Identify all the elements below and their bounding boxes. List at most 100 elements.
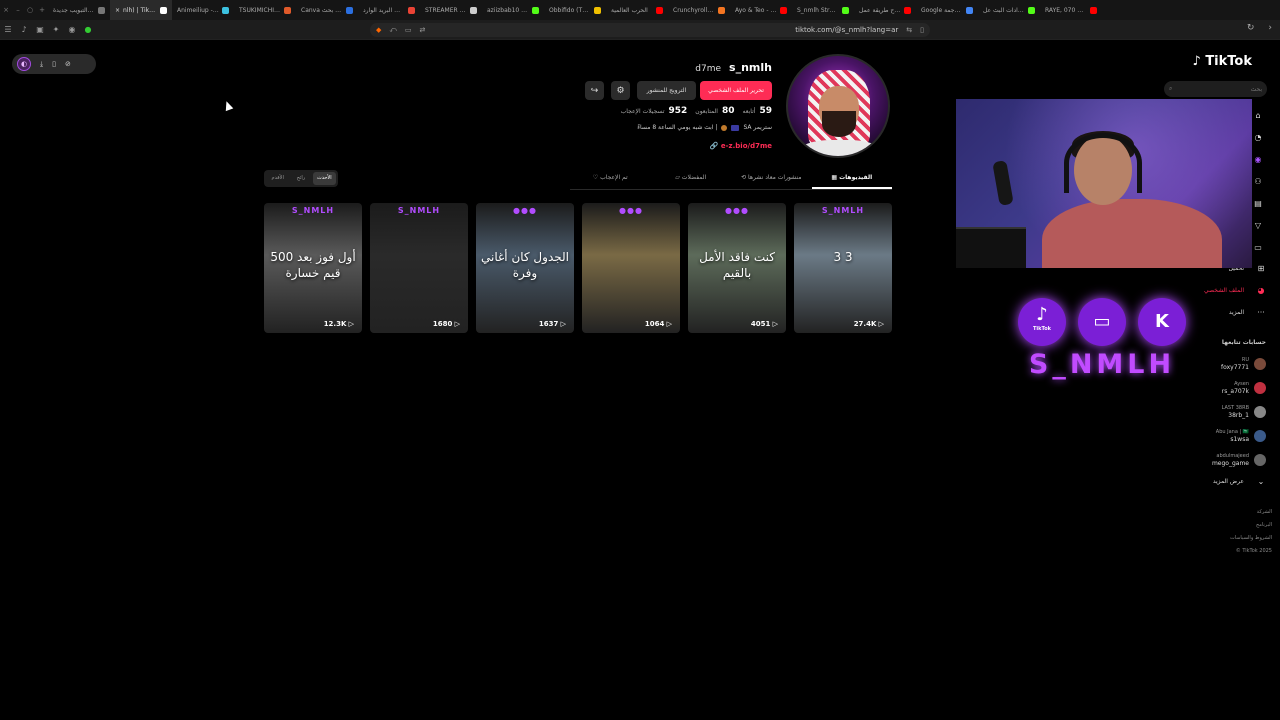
friends-icon[interactable]: ⚇ [1251, 174, 1265, 189]
phone-icon[interactable]: ▯ [52, 60, 56, 68]
new-tab-icon[interactable]: + [36, 6, 48, 14]
bio-schedule-text: | ابث شبه يومي الساعة 8 مساءً [637, 124, 718, 131]
sort-option[interactable]: رائج [289, 172, 312, 185]
video-card[interactable]: ●●● كنت فاقد الأمل بالقيم 4051 [688, 203, 786, 333]
browser-tab[interactable]: aziizbab10 Strea [482, 0, 544, 20]
address-bar[interactable]: ◆ ⤺ ▭ ⇄ tiktok.com/@s_nmlh?lang=ar ⇆ ▯ [370, 23, 930, 37]
browser-tab[interactable]: RAYE, 070 Shaki [1040, 0, 1102, 20]
browser-tab[interactable]: Crunchyroll: Wa [668, 0, 730, 20]
footer-link[interactable]: الشروط والسياسات [1230, 532, 1272, 545]
footer-link[interactable]: TikTok 2025 © [1230, 545, 1272, 558]
url-text[interactable]: tiktok.com/@s_nmlh?lang=ar [795, 26, 898, 34]
forward-icon[interactable]: › [1268, 23, 1272, 33]
video-view-count: 1680 [433, 320, 460, 328]
webcam-overlay [956, 99, 1252, 268]
profile-link[interactable]: e-z.bio/d7me 🔗 [710, 142, 772, 150]
tab-grid[interactable]: ▦ الفيديوهات [811, 170, 892, 189]
explore-icon[interactable]: ◔ [1251, 130, 1265, 145]
account-name: Abu Jana | 🇸🇦 [1215, 429, 1249, 435]
vpn-icon[interactable]: ◉ [64, 25, 80, 34]
window-close-icon[interactable]: × [0, 6, 12, 14]
promote-post-button[interactable]: الترويج للمنشور [637, 81, 696, 100]
following-account[interactable]: abdulmajeed mego_game [1212, 452, 1266, 468]
tab-view-icon[interactable]: ▭ [405, 26, 412, 34]
following-icon[interactable]: ◉ [1251, 152, 1265, 167]
tab-label: الفيديوهات [839, 174, 873, 181]
extensions-icon[interactable]: ✦ [48, 25, 64, 34]
tab-favicon-icon [532, 6, 539, 14]
browser-tab[interactable]: البريد الوارد mail [358, 0, 420, 20]
browser-tab[interactable]: Google الترجمة [916, 0, 978, 20]
followers-stat[interactable]: 80المتابعون [695, 106, 734, 116]
check-icon[interactable]: ● [80, 25, 96, 34]
music-icon[interactable]: ♪ [16, 25, 32, 34]
video-card[interactable]: ●●● الجدول كان أغاني وفرة 1637 [476, 203, 574, 333]
search-icon[interactable]: ⌕ [1169, 85, 1172, 93]
home-icon[interactable]: ⌂ [1251, 108, 1265, 123]
video-card[interactable]: S_NMLH 3 3 27.4K [794, 203, 892, 333]
tab-close-icon[interactable]: × [115, 7, 120, 14]
tiktok-logo[interactable]: ♪ TikTok [1192, 54, 1252, 69]
extension-logo-icon[interactable]: ◐ [17, 57, 31, 71]
menu-icon[interactable]: ☰ [0, 25, 16, 34]
video-view-count: 4051 [751, 320, 778, 328]
settings-icon[interactable]: ⚙ [611, 81, 630, 100]
back-icon[interactable]: ⤺ [389, 26, 396, 35]
sort-option[interactable]: الأقدم [266, 172, 289, 185]
see-more-button[interactable]: ⌄ عرض المزيد [1213, 477, 1266, 486]
video-card[interactable]: S_NMLH 1680 [370, 203, 468, 333]
tab-heart[interactable]: ♡ تم الإعجاب [570, 170, 651, 189]
reload-icon[interactable]: ↻ [1247, 23, 1255, 33]
following-account[interactable]: Abu Jana | 🇸🇦 s1wsa [1216, 428, 1266, 444]
pip-icon[interactable]: ⇄ [420, 26, 426, 34]
tab-repost[interactable]: ⟲ منشورات معاد نشرها [731, 170, 812, 189]
video-brand-text: S_NMLH [397, 206, 441, 215]
footer-link[interactable]: الشركة [1230, 506, 1272, 519]
browser-tab[interactable]: Ayo & Teo - Rol [730, 0, 792, 20]
sort-option[interactable]: الأحدث [312, 172, 336, 185]
browser-tab[interactable]: TSUKIMICHI -M [234, 0, 296, 20]
browser-tab[interactable]: شرح طريقة عمل [854, 0, 916, 20]
window-minimize-icon[interactable]: – [12, 6, 24, 14]
browser-tab[interactable]: STREAMER SLE [420, 0, 482, 20]
account-names: Abu Jana | 🇸🇦 s1wsa [1216, 428, 1249, 444]
browser-tab[interactable]: Animeiliup - ار [172, 0, 234, 20]
search-input[interactable]: بحث ⌕ [1164, 81, 1267, 97]
footer-link[interactable]: البرنامج [1230, 519, 1272, 532]
following-stat[interactable]: 59أتابعه [743, 106, 772, 116]
browser-tab[interactable]: الحرب العالمية [606, 0, 668, 20]
account-handle: s1wsa [1230, 436, 1249, 443]
sidebar-item-profile[interactable]: ◕ الملف الشخصي [1204, 286, 1266, 295]
window-restore-icon[interactable]: ○ [24, 6, 36, 14]
browser-tab[interactable]: Öbbifido (TV Str [544, 0, 606, 20]
following-account[interactable]: Aysen rs_a707k [1222, 380, 1266, 396]
account-avatar [1254, 382, 1266, 394]
video-card[interactable]: S_NMLH أول فوز بعد 500 قيم خسارة 12.3K [264, 203, 362, 333]
following-account[interactable]: RU foxy7771 [1221, 356, 1266, 372]
sidebar-item-more[interactable]: ··· المزيد [1229, 308, 1266, 317]
video-card[interactable]: ●●● 1064 [582, 203, 680, 333]
browser-tab[interactable]: S_nmlh Stream [792, 0, 854, 20]
browser-tab[interactable]: إعدادات البث عل [978, 0, 1040, 20]
video-brand-text: ●●● [725, 206, 749, 215]
browser-tab-title: Ayo & Teo - Rol [735, 6, 777, 14]
compass-icon[interactable]: ⊘ [65, 60, 71, 68]
inbox-icon[interactable]: ▭ [1251, 240, 1265, 255]
tab-bookmark[interactable]: ▱ المفضلات [651, 170, 732, 189]
browser-tab[interactable]: × nlh) | TikTok [110, 0, 172, 20]
following-account[interactable]: LAST 38RB 38rb_1 [1222, 404, 1266, 420]
translate-icon[interactable]: ⇆ [906, 26, 912, 34]
edit-profile-button[interactable]: تحرير الملف الشخصي [700, 81, 772, 100]
download-icon[interactable]: ⤓ [40, 60, 43, 69]
share-icon[interactable]: ↪ [585, 81, 604, 100]
profile-avatar[interactable] [786, 54, 890, 158]
browser-tab[interactable]: علامة التبويب جديدة [48, 0, 110, 20]
browser-tab[interactable]: Canva عي بحث [296, 0, 358, 20]
screenshot-icon[interactable]: ▣ [32, 25, 48, 34]
browser-tab-title: Canva عي بحث [301, 6, 343, 14]
messages-icon[interactable]: ▽ [1251, 218, 1265, 233]
profile-stats: 59أتابعه 80المتابعون 952تسجيلات الإعجاب [621, 106, 772, 116]
brave-shield-icon[interactable]: ◆ [376, 26, 381, 34]
activity-icon[interactable]: ▤ [1251, 196, 1265, 211]
bookmark-page-icon[interactable]: ▯ [920, 26, 924, 34]
